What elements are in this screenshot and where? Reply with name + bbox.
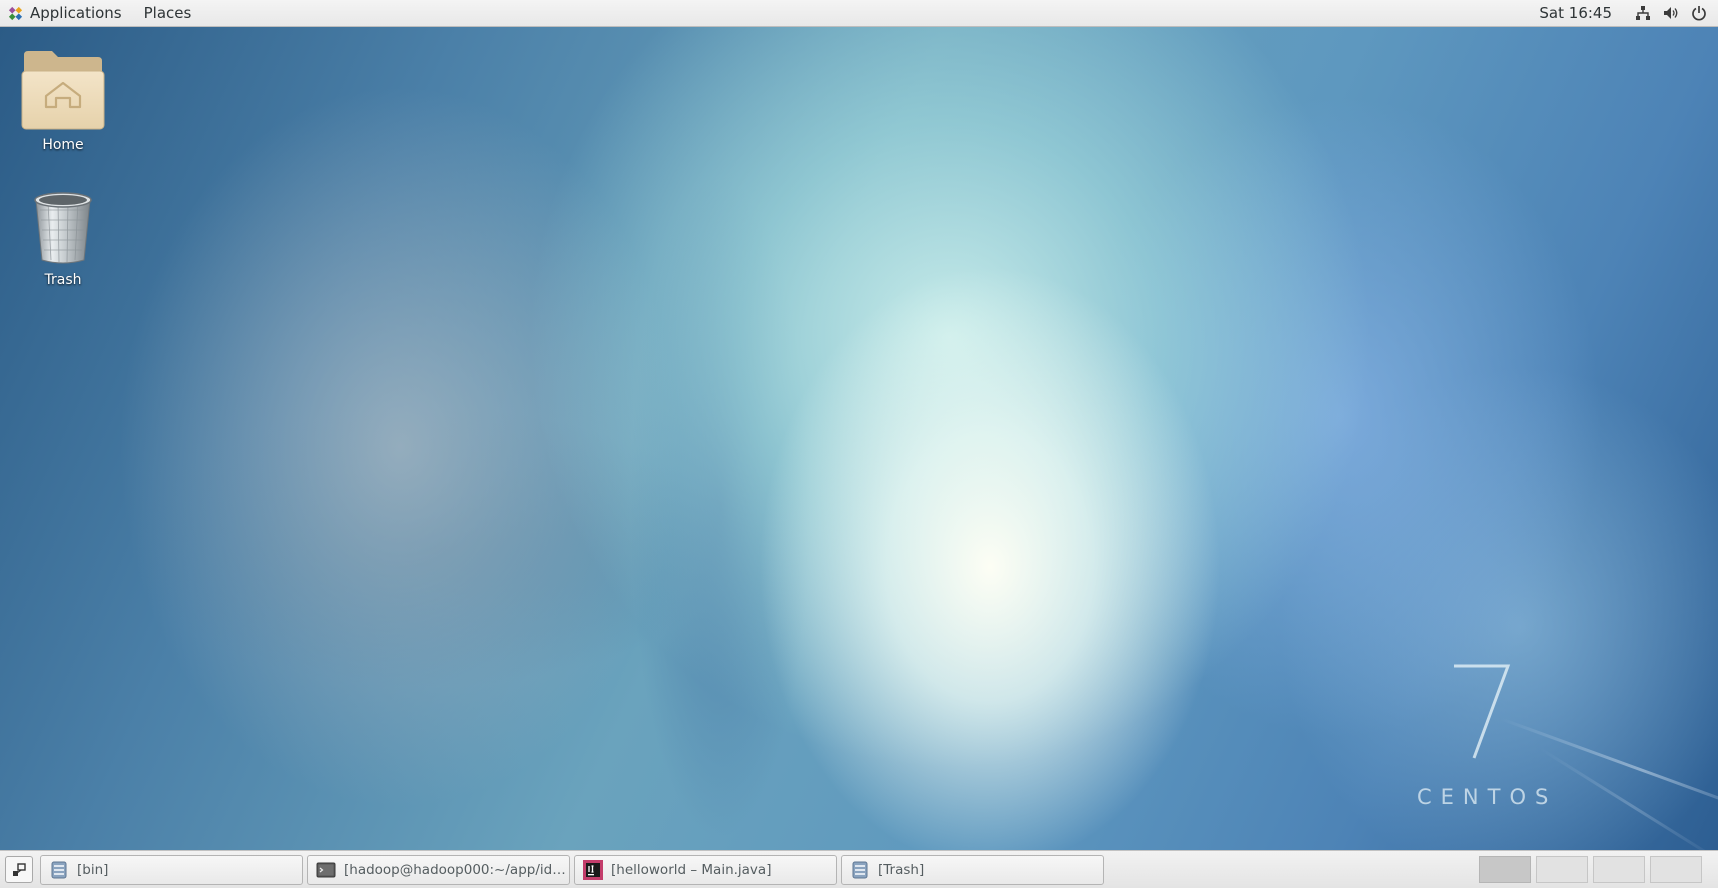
network-icon[interactable] [1634, 4, 1652, 22]
applications-menu[interactable]: Applications [0, 0, 132, 26]
taskbar-item-label: [helloworld – Main.java] [611, 862, 772, 878]
intellij-idea-icon [583, 860, 603, 880]
desktop-icon-trash-label: Trash [44, 272, 82, 288]
taskbar-item-intellij[interactable]: [helloworld – Main.java] [574, 855, 837, 885]
volume-icon[interactable] [1662, 4, 1680, 22]
centos-logo-7 [1454, 664, 1511, 759]
taskbar-item-terminal[interactable]: [hadoop@hadoop000:~/app/idea-IU-... [307, 855, 570, 885]
desktop-icon-trash[interactable]: Trash [13, 190, 113, 288]
workspace-switcher [1479, 856, 1702, 883]
centos-logo-text: CENTOS [1417, 785, 1558, 809]
places-menu-label: Places [143, 4, 192, 22]
file-manager-icon [852, 861, 868, 879]
desktop-background[interactable]: Home Trash CENTOS [0, 27, 1718, 850]
home-folder-icon [21, 51, 105, 130]
show-desktop-button[interactable] [5, 856, 33, 883]
workspace-3[interactable] [1593, 856, 1645, 883]
power-icon[interactable] [1690, 4, 1708, 22]
clock[interactable]: Sat 16:45 [1539, 4, 1612, 22]
trash-icon [34, 192, 92, 264]
terminal-icon [316, 862, 336, 878]
desktop-icon-home[interactable]: Home [13, 49, 113, 153]
show-desktop-icon [13, 862, 26, 876]
workspace-4[interactable] [1650, 856, 1702, 883]
workspace-1[interactable] [1479, 856, 1531, 883]
taskbar-item-label: [hadoop@hadoop000:~/app/idea-IU-... [344, 862, 569, 878]
top-panel: Applications Places Sat 16:45 [0, 0, 1718, 27]
places-menu[interactable]: Places [132, 0, 202, 26]
taskbar-item-bin[interactable]: [bin] [40, 855, 303, 885]
taskbar-item-label: [bin] [77, 862, 109, 878]
taskbar-item-trash[interactable]: [Trash] [841, 855, 1104, 885]
workspace-2[interactable] [1536, 856, 1588, 883]
taskbar-item-label: [Trash] [878, 862, 925, 878]
wallpaper-streak [1539, 747, 1718, 850]
desktop-icon-home-label: Home [42, 137, 84, 153]
applications-icon [8, 6, 23, 20]
file-manager-icon [51, 861, 67, 879]
bottom-panel: [bin] [hadoop@hadoop000:~/app/idea-IU-..… [0, 850, 1718, 888]
applications-menu-label: Applications [30, 4, 122, 22]
